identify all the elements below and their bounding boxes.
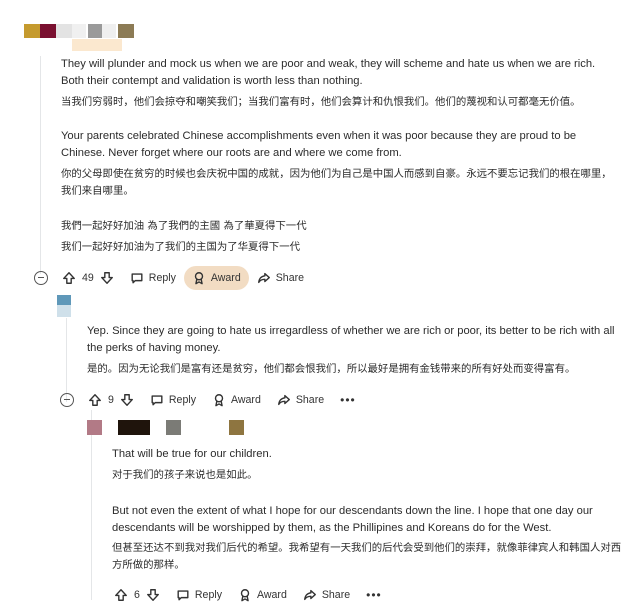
comment-1-slogan-simplified: 我们一起好好加油为了我们的主国为了华夏得下一代 xyxy=(61,241,300,253)
reply-label: Reply xyxy=(194,589,222,601)
comment-1-actions: 49 Reply Award Share xyxy=(58,265,312,291)
award-button[interactable]: Award xyxy=(204,388,269,412)
share-button[interactable]: Share xyxy=(269,388,332,412)
comment-3-text-cn-1: 对于我们的孩子来说也是如此。 xyxy=(112,469,258,481)
comment-2-text-en: Yep. Since they are going to hate us irr… xyxy=(87,325,615,354)
share-icon xyxy=(257,272,270,284)
redacted-avatar-1 xyxy=(24,24,40,38)
reply-icon xyxy=(131,273,143,284)
reply-label: Reply xyxy=(168,394,196,406)
downvote-icon[interactable] xyxy=(146,588,160,602)
comment-3-text-en-1: That will be true for our children. xyxy=(112,448,272,460)
award-button[interactable]: Award xyxy=(230,583,295,607)
comment-3-text-cn-2: 但甚至还达不到我对我们后代的希望。我希望有一天我们的后代会受到他们的崇拜，就像菲… xyxy=(112,542,622,571)
award-button[interactable]: Award xyxy=(183,266,249,290)
downvote-icon[interactable] xyxy=(100,271,114,285)
thread-line[interactable] xyxy=(66,318,67,402)
share-icon xyxy=(303,589,316,601)
redacted-username-block xyxy=(229,420,244,435)
redacted-avatar-2 xyxy=(57,295,71,305)
redacted-username-block xyxy=(118,24,134,38)
share-button[interactable]: Share xyxy=(295,583,358,607)
redacted-username-block xyxy=(166,420,181,435)
reply-button[interactable]: Reply xyxy=(122,266,184,290)
share-label: Share xyxy=(295,394,325,406)
vote-count: 49 xyxy=(82,272,94,284)
thread-line[interactable] xyxy=(40,56,41,274)
redacted-avatar-3 xyxy=(87,420,102,435)
reply-button[interactable]: Reply xyxy=(168,583,230,607)
award-icon xyxy=(194,272,204,285)
reply-button[interactable]: Reply xyxy=(142,388,204,412)
collapse-icon[interactable] xyxy=(34,271,48,285)
share-button[interactable]: Share xyxy=(249,266,312,290)
more-icon[interactable]: ••• xyxy=(358,588,390,602)
upvote-icon[interactable] xyxy=(62,271,76,285)
vote-control: 49 xyxy=(58,271,118,285)
share-label: Share xyxy=(321,589,351,601)
comment-1-paragraph-en-1: They will plunder and mock us when we ar… xyxy=(61,58,596,87)
award-icon xyxy=(240,589,250,602)
redacted-username-block xyxy=(56,24,72,38)
award-icon xyxy=(214,394,224,407)
share-icon xyxy=(277,394,290,406)
award-label: Award xyxy=(210,272,241,284)
collapse-icon[interactable] xyxy=(60,393,74,407)
redacted-username-block xyxy=(118,420,150,435)
vote-control: 6 xyxy=(110,588,164,602)
reply-icon xyxy=(151,395,163,406)
comment-2-actions: 9 Reply Award Share ••• xyxy=(84,387,364,413)
upvote-icon[interactable] xyxy=(114,588,128,602)
comment-3-text-en-2: But not even the extent of what I hope f… xyxy=(112,505,593,534)
vote-count: 6 xyxy=(134,589,140,601)
redacted-username-block xyxy=(102,24,116,38)
thread-line[interactable] xyxy=(91,410,92,600)
comment-1-paragraph-cn-1: 当我们穷弱时，他们会掠夺和嘲笑我们；当我们富有时，他们会算计和仇恨我们。他们的蔑… xyxy=(61,96,581,108)
redacted-username-block xyxy=(40,24,56,38)
reply-icon xyxy=(177,590,189,601)
redacted-username-block xyxy=(72,24,86,38)
vote-control: 9 xyxy=(84,393,138,407)
share-label: Share xyxy=(275,272,305,284)
award-label: Award xyxy=(257,589,287,601)
comment-1-paragraph-cn-2: 你的父母即使在贫穷的时候也会庆祝中国的成就，因为他们为自己是中国人而感到自豪。永… xyxy=(61,168,612,197)
redacted-username-block xyxy=(88,24,102,38)
vote-count: 9 xyxy=(108,394,114,406)
reply-label: Reply xyxy=(148,272,176,284)
comment-3-actions: 6 Reply Award Share ••• xyxy=(110,582,390,608)
comment-2-text-cn: 是的。因为无论我们是富有还是贫穷，他们都会恨我们，所以最好是拥有金钱带来的所有好… xyxy=(87,363,576,375)
comment-1-paragraph-en-2: Your parents celebrated Chinese accompli… xyxy=(61,130,577,159)
redacted-flair-block xyxy=(72,39,122,51)
upvote-icon[interactable] xyxy=(88,393,102,407)
comment-1-slogan-traditional: 我們一起好好加油 為了我們的主國 為了華夏得下一代 xyxy=(61,220,307,232)
redacted-avatar-block xyxy=(57,305,71,317)
award-label: Award xyxy=(231,394,261,406)
more-icon[interactable]: ••• xyxy=(332,393,364,407)
downvote-icon[interactable] xyxy=(120,393,134,407)
